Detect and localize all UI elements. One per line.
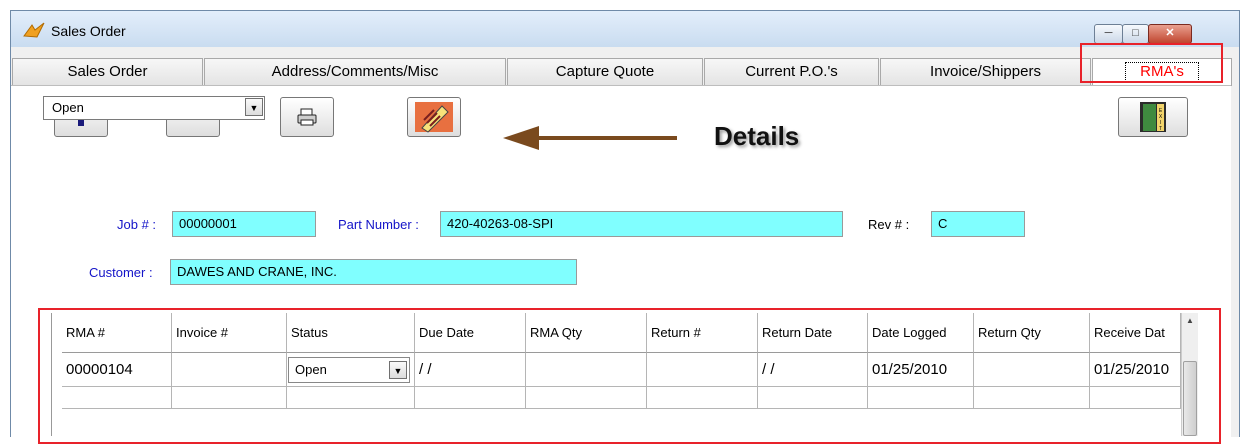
- tab-address-comments-misc[interactable]: Address/Comments/Misc: [204, 58, 506, 86]
- rma-status-filter-select[interactable]: Open ▼: [43, 96, 265, 120]
- tab-invoice-shippers[interactable]: Invoice/Shippers: [880, 58, 1091, 86]
- rev-number-field[interactable]: C: [931, 211, 1025, 237]
- details-annotation: Details: [714, 121, 800, 151]
- details-icon: [415, 102, 453, 133]
- customer-field[interactable]: DAWES AND CRANE, INC.: [170, 259, 577, 285]
- minimize-button[interactable]: ─: [1094, 24, 1123, 44]
- app-icon: [23, 22, 45, 38]
- tab-strip: Sales Order Address/Comments/Misc Captur…: [12, 58, 1232, 86]
- minimize-icon: ─: [1104, 27, 1113, 39]
- maximize-button[interactable]: □: [1122, 24, 1149, 44]
- grid-highlight: [38, 308, 1221, 444]
- print-button[interactable]: [280, 97, 334, 137]
- rma-status-filter-value: Open: [52, 100, 84, 115]
- tab-capture-quote[interactable]: Capture Quote: [507, 58, 703, 86]
- background-margin: [0, 0, 10, 436]
- part-number-field[interactable]: 420-40263-08-SPI: [440, 211, 843, 237]
- svg-text:T: T: [1159, 126, 1162, 132]
- title-bar: Sales Order ─ □ ✕: [11, 11, 1239, 47]
- maximize-icon: □: [1132, 27, 1139, 39]
- close-button[interactable]: ✕: [1148, 24, 1192, 44]
- exit-button[interactable]: E X I T: [1118, 97, 1188, 137]
- part-number-label: Part Number :: [338, 217, 419, 232]
- tab-sales-order[interactable]: Sales Order: [12, 58, 203, 86]
- close-icon: ✕: [1165, 27, 1175, 39]
- rma-tab-highlight: [1080, 43, 1223, 83]
- details-button[interactable]: [407, 97, 461, 137]
- print-icon: [297, 108, 317, 126]
- arrow-pointer-icon: [503, 126, 677, 150]
- exit-icon: E X I T: [1140, 102, 1166, 132]
- job-label: Job # :: [117, 217, 157, 232]
- tab-current-pos[interactable]: Current P.O.'s: [704, 58, 879, 86]
- job-number-field[interactable]: 00000001: [172, 211, 316, 237]
- rev-label: Rev # :: [868, 217, 910, 232]
- customer-label: Customer :: [89, 265, 153, 280]
- chevron-down-icon[interactable]: ▼: [245, 98, 263, 116]
- window-title: Sales Order: [51, 23, 126, 39]
